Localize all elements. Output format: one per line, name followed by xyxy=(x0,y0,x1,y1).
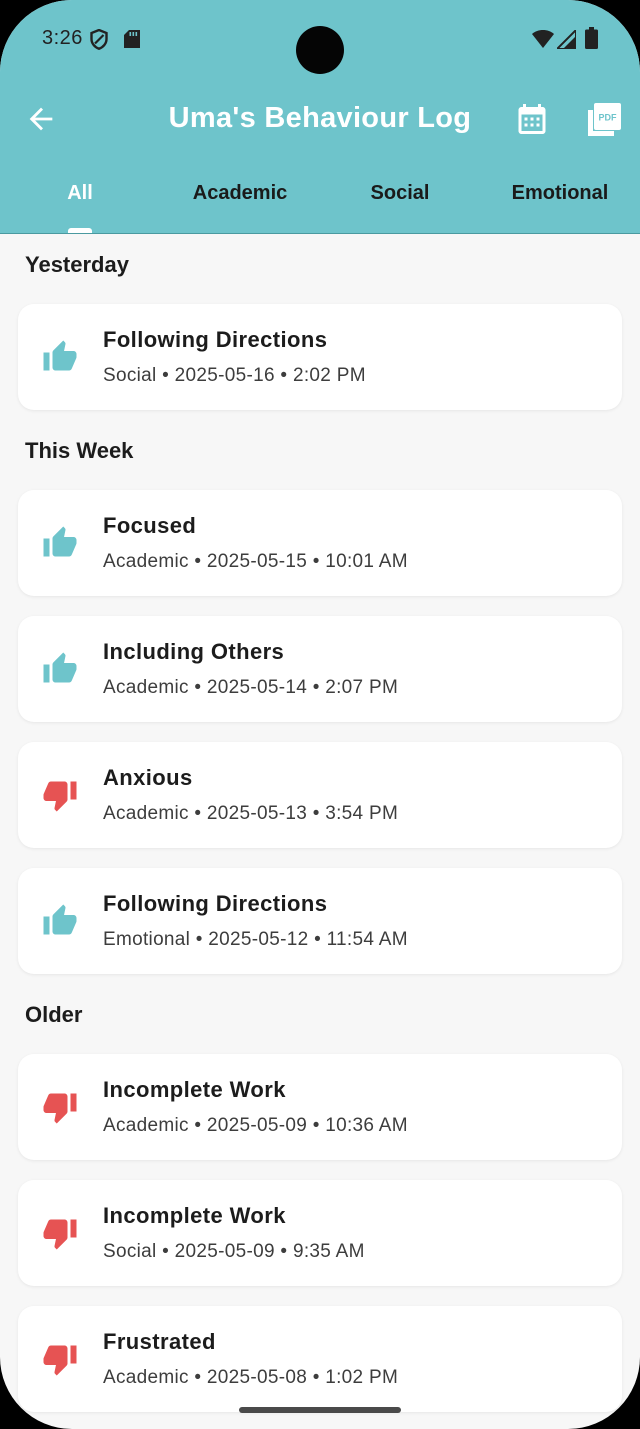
section-heading-yesterday: Yesterday xyxy=(25,252,129,277)
tab-emotional[interactable]: Emotional xyxy=(480,182,640,205)
log-entry-card[interactable]: Frustrated Academic • 2025-05-08 • 1:02 … xyxy=(18,1306,622,1412)
tab-all[interactable]: All xyxy=(0,182,160,205)
entry-meta: Academic • 2025-05-08 • 1:02 PM xyxy=(103,1367,399,1388)
entry-meta: Academic • 2025-05-14 • 2:07 PM xyxy=(103,677,399,698)
entry-meta: Social • 2025-05-16 • 2:02 PM xyxy=(103,365,366,386)
phone-screen: 3:26 Uma's Behaviour Log PDF All Academi… xyxy=(0,0,640,1429)
tab-academic[interactable]: Academic xyxy=(160,182,320,205)
camera-cutout xyxy=(296,26,344,74)
status-time: 3:26 xyxy=(42,27,83,49)
log-entry-card[interactable]: Focused Academic • 2025-05-15 • 10:01 AM xyxy=(18,490,622,596)
entry-title: Including Others xyxy=(103,639,285,664)
calendar-icon xyxy=(518,104,546,134)
thumbs-up-icon xyxy=(43,652,77,683)
entry-meta: Social • 2025-05-09 • 9:35 AM xyxy=(103,1241,365,1262)
thumbs-up-icon xyxy=(43,904,77,935)
log-entry-card[interactable]: Incomplete Work Academic • 2025-05-09 • … xyxy=(18,1054,622,1160)
export-pdf-button[interactable]: PDF xyxy=(586,102,622,138)
tab-social[interactable]: Social xyxy=(320,182,480,205)
log-entry-card[interactable]: Incomplete Work Social • 2025-05-09 • 9:… xyxy=(18,1180,622,1286)
entry-title: Following Directions xyxy=(103,891,328,916)
section-heading-this-week: This Week xyxy=(25,438,134,463)
sd-card-icon xyxy=(124,30,140,48)
entry-meta: Academic • 2025-05-13 • 3:54 PM xyxy=(103,803,399,824)
cellular-signal-icon xyxy=(557,30,576,49)
active-tab-indicator xyxy=(68,228,92,233)
log-entry-card[interactable]: Following Directions Social • 2025-05-16… xyxy=(18,304,622,410)
thumbs-up-icon xyxy=(43,340,77,371)
app-bar: 3:26 Uma's Behaviour Log PDF All Academi… xyxy=(0,0,640,234)
thumbs-down-icon xyxy=(43,1093,77,1124)
log-entry-card[interactable]: Anxious Academic • 2025-05-13 • 3:54 PM xyxy=(18,742,622,848)
log-entry-card[interactable]: Following Directions Emotional • 2025-05… xyxy=(18,868,622,974)
thumbs-down-icon xyxy=(43,781,77,812)
entry-meta: Academic • 2025-05-09 • 10:36 AM xyxy=(103,1115,408,1136)
battery-icon xyxy=(585,27,598,49)
entry-title: Anxious xyxy=(103,765,193,790)
status-bar: 3:26 xyxy=(0,0,640,80)
entry-title: Frustrated xyxy=(103,1329,216,1354)
entry-title: Focused xyxy=(103,513,197,538)
home-indicator[interactable] xyxy=(239,1407,401,1413)
thumbs-down-icon xyxy=(43,1219,77,1250)
thumbs-down-icon xyxy=(43,1345,77,1376)
section-heading-older: Older xyxy=(25,1002,83,1027)
entry-title: Following Directions xyxy=(103,327,328,352)
entry-title: Incomplete Work xyxy=(103,1203,286,1228)
calendar-button[interactable] xyxy=(514,101,550,137)
wifi-icon xyxy=(532,30,554,48)
entry-title: Incomplete Work xyxy=(103,1077,286,1102)
entry-meta: Academic • 2025-05-15 • 10:01 AM xyxy=(103,551,408,572)
entry-meta: Emotional • 2025-05-12 • 11:54 AM xyxy=(103,929,408,950)
pdf-icon: PDF xyxy=(588,103,621,136)
thumbs-up-icon xyxy=(43,526,77,557)
log-entry-card[interactable]: Including Others Academic • 2025-05-14 •… xyxy=(18,616,622,722)
pdf-icon-label: PDF xyxy=(599,113,618,123)
shield-icon xyxy=(90,29,108,50)
